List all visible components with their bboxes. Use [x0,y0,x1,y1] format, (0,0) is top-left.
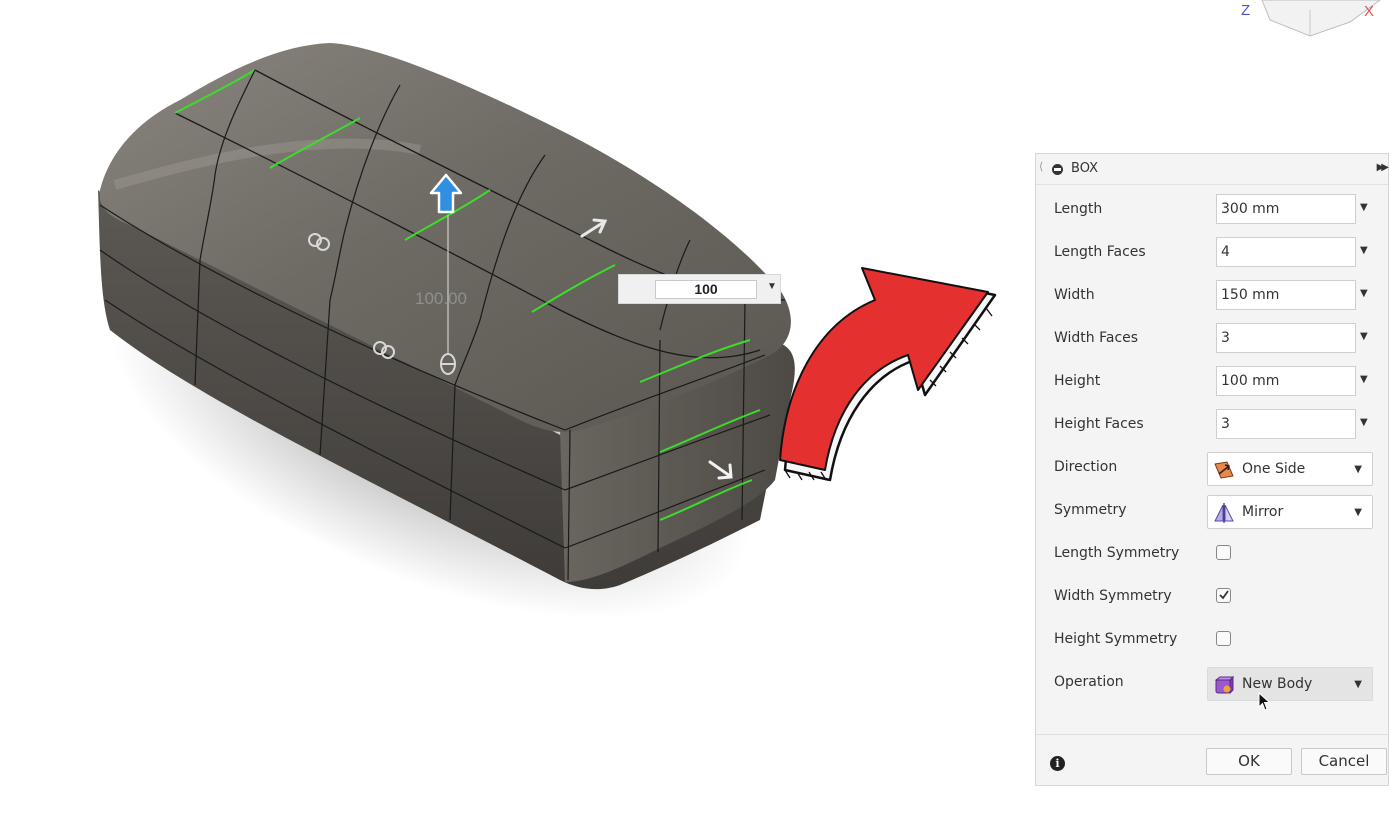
box-command-icon [1052,164,1063,175]
callout-arrow-icon [779,267,997,482]
mouse-cursor-icon [1258,692,1271,711]
symmetry-label: Symmetry [1054,502,1127,518]
length-symmetry-label: Length Symmetry [1054,545,1180,561]
dialog-title: BOX [1071,161,1098,176]
width-row: Width 150 mm ▼ [1036,278,1388,316]
cancel-button[interactable]: Cancel [1301,748,1387,775]
height-row: Height 100 mm ▼ [1036,364,1388,402]
operation-label: Operation [1054,674,1124,690]
operation-dropdown[interactable]: New Body ▼ [1207,667,1373,711]
direction-dropdown[interactable]: One Side ▼ [1207,452,1373,486]
dimension-input-box: 100 ▼ [618,274,781,304]
height-input[interactable]: 100 mm [1216,366,1356,396]
height-faces-row: Height Faces 3 ▼ [1036,407,1388,445]
length-dropdown-caret-icon[interactable]: ▼ [1360,202,1368,213]
symmetry-caret-icon: ▼ [1354,507,1362,518]
width-dropdown-caret-icon[interactable]: ▼ [1360,288,1368,299]
view-cube[interactable]: Z X [1241,0,1381,37]
operation-caret-icon: ▼ [1354,679,1362,690]
width-label: Width [1054,287,1095,303]
expand-icon[interactable]: ▶▶ [1377,162,1389,173]
viewcube-axis-z: Z [1241,2,1250,19]
dialog-footer: i OK Cancel [1036,734,1388,787]
viewcube-axis-x: X [1364,3,1374,20]
direction-label: Direction [1054,459,1118,475]
length-input[interactable]: 300 mm [1216,194,1356,224]
drag-handle-icon[interactable]: ⟨ [1039,160,1043,173]
checkmark-icon [1219,590,1229,600]
box-dialog: ⟨ BOX ▶▶ Length 300 mm ▼ Length Faces 4 … [1035,153,1389,786]
length-row: Length 300 mm ▼ [1036,192,1388,230]
width-faces-label: Width Faces [1054,330,1139,346]
length-label: Length [1054,201,1103,217]
height-symmetry-label: Height Symmetry [1054,631,1178,647]
new-body-icon [1214,675,1235,695]
symmetry-row: Symmetry Mirror ▼ [1036,493,1388,531]
length-symmetry-checkbox[interactable] [1216,545,1231,560]
mirror-symmetry-icon [1214,503,1234,523]
length-faces-dropdown-caret-icon[interactable]: ▼ [1360,245,1368,256]
info-icon[interactable]: i [1050,756,1065,771]
width-input[interactable]: 150 mm [1216,280,1356,310]
length-faces-row: Length Faces 4 ▼ [1036,235,1388,273]
height-faces-input[interactable]: 3 [1216,409,1356,439]
width-faces-dropdown-caret-icon[interactable]: ▼ [1360,331,1368,342]
tspline-box-body[interactable] [98,43,795,590]
width-faces-row: Width Faces 3 ▼ [1036,321,1388,359]
height-symmetry-row: Height Symmetry [1036,622,1388,660]
dimension-dropdown-caret-icon[interactable]: ▼ [767,281,777,292]
operation-value: New Body [1242,676,1313,692]
height-label: Height [1054,373,1101,389]
width-symmetry-checkbox[interactable] [1216,588,1231,603]
dialog-header[interactable]: ⟨ BOX ▶▶ [1036,154,1389,185]
height-symmetry-checkbox[interactable] [1216,631,1231,646]
length-faces-input[interactable]: 4 [1216,237,1356,267]
direction-row: Direction One Side ▼ [1036,450,1388,488]
direction-value: One Side [1242,461,1306,477]
symmetry-dropdown[interactable]: Mirror ▼ [1207,495,1373,529]
dimension-label: 100.00 [415,289,467,308]
height-dropdown-caret-icon[interactable]: ▼ [1360,374,1368,385]
dimension-input[interactable]: 100 [655,280,757,299]
direction-caret-icon: ▼ [1354,464,1362,475]
length-faces-label: Length Faces [1054,244,1146,260]
height-faces-dropdown-caret-icon[interactable]: ▼ [1360,417,1368,428]
operation-row: Operation New Body ▼ [1036,665,1388,711]
one-side-direction-icon [1214,461,1234,479]
ok-button[interactable]: OK [1206,748,1292,775]
width-faces-input[interactable]: 3 [1216,323,1356,353]
height-faces-label: Height Faces [1054,416,1144,432]
length-symmetry-row: Length Symmetry [1036,536,1388,574]
symmetry-value: Mirror [1242,504,1284,520]
width-symmetry-row: Width Symmetry [1036,579,1388,617]
width-symmetry-label: Width Symmetry [1054,588,1172,604]
